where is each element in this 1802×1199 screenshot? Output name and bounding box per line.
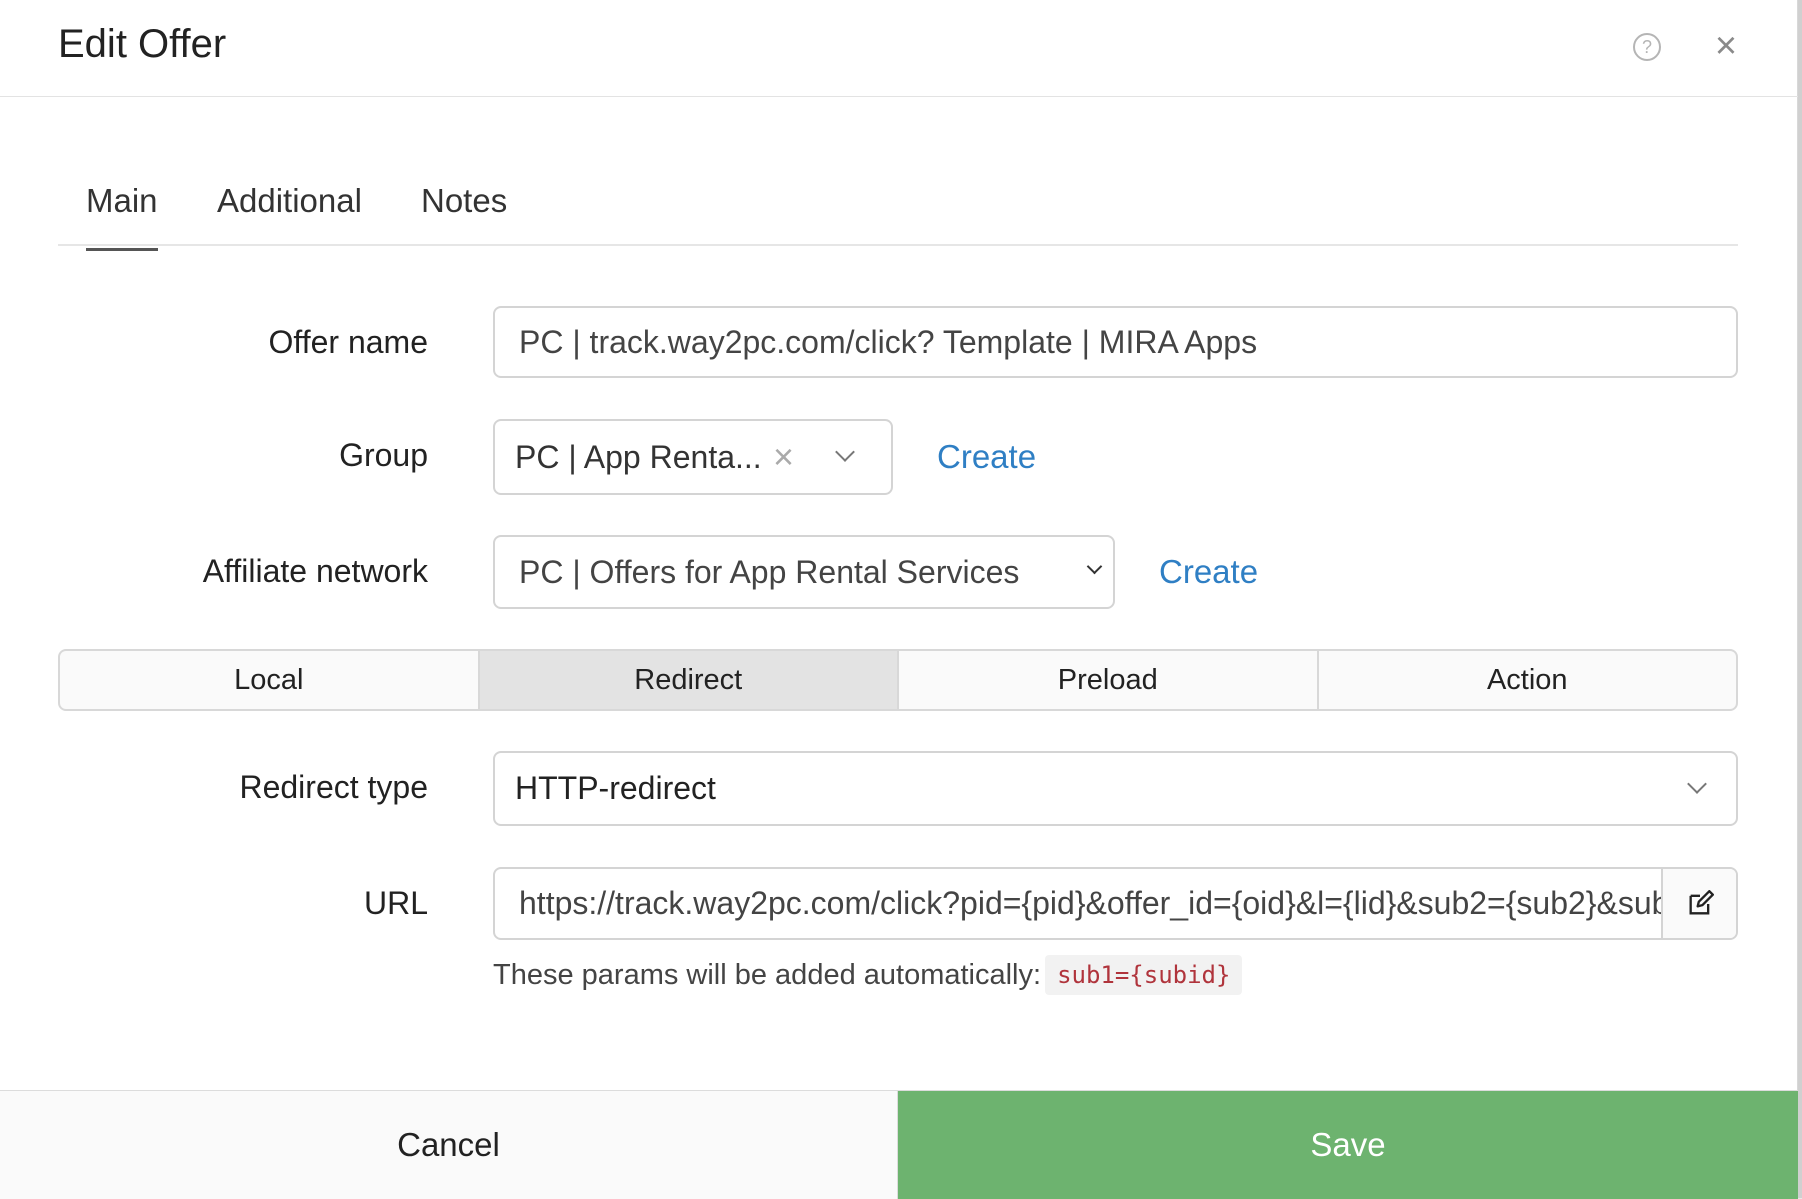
mode-preload-button[interactable]: Preload (899, 651, 1319, 709)
affiliate-network-selected-value: PC | Offers for App Rental Services (519, 554, 1020, 590)
mode-action-button[interactable]: Action (1319, 651, 1737, 709)
chevron-down-icon (1086, 558, 1103, 575)
auto-params-hint-text: These params will be added automatically… (493, 958, 1042, 991)
mode-local-button[interactable]: Local (60, 651, 480, 709)
redirect-type-selected-value: HTTP-redirect (515, 770, 716, 806)
modal-title: Edit Offer (58, 22, 227, 66)
offer-name-input[interactable]: PC | track.way2pc.com/click? Template | … (493, 306, 1738, 378)
offer-type-segmented-control: Local Redirect Preload Action (58, 649, 1738, 711)
redirect-type-select[interactable]: HTTP-redirect (493, 751, 1738, 826)
tab-additional[interactable]: Additional (217, 182, 362, 220)
clear-icon[interactable]: × (773, 421, 794, 493)
question-circle-icon[interactable]: ? (1633, 33, 1661, 61)
modal-header: Edit Offer ? × (0, 0, 1798, 97)
chevron-down-icon (835, 442, 855, 462)
group-selected-value: PC | App Renta... (515, 439, 762, 475)
edit-offer-modal: Edit Offer ? × Main Additional Notes Off… (0, 0, 1798, 1199)
group-label: Group (339, 437, 428, 473)
url-label: URL (363, 885, 428, 921)
create-group-link[interactable]: Create (937, 438, 1036, 476)
affiliate-network-select[interactable]: PC | Offers for App Rental Services (493, 535, 1115, 609)
url-value: https://track.way2pc.com/click?pid={pid}… (519, 885, 1738, 921)
redirect-type-label: Redirect type (239, 769, 428, 805)
cancel-button[interactable]: Cancel (0, 1091, 898, 1199)
chevron-down-icon (1687, 774, 1707, 794)
modal-footer: Cancel Save (0, 1090, 1798, 1199)
auto-params-hint: These params will be added automatically… (493, 955, 1243, 995)
group-select[interactable]: PC | App Renta... × (493, 419, 893, 495)
affiliate-network-label: Affiliate network (202, 553, 428, 589)
save-button[interactable]: Save (898, 1091, 1798, 1199)
create-affiliate-network-link[interactable]: Create (1159, 553, 1258, 591)
edit-url-button[interactable] (1661, 869, 1736, 938)
mode-redirect-button[interactable]: Redirect (479, 651, 899, 709)
auto-params-code: sub1={subid} (1045, 955, 1243, 995)
tab-bar: Main Additional Notes (58, 160, 1738, 251)
scrollbar[interactable] (1798, 0, 1802, 1198)
url-input[interactable]: https://track.way2pc.com/click?pid={pid}… (493, 867, 1738, 940)
tab-notes[interactable]: Notes (421, 182, 507, 220)
offer-name-label: Offer name (268, 324, 428, 360)
tab-main[interactable]: Main (86, 182, 158, 251)
edit-icon (1689, 889, 1714, 914)
close-icon[interactable]: × (1709, 26, 1743, 66)
